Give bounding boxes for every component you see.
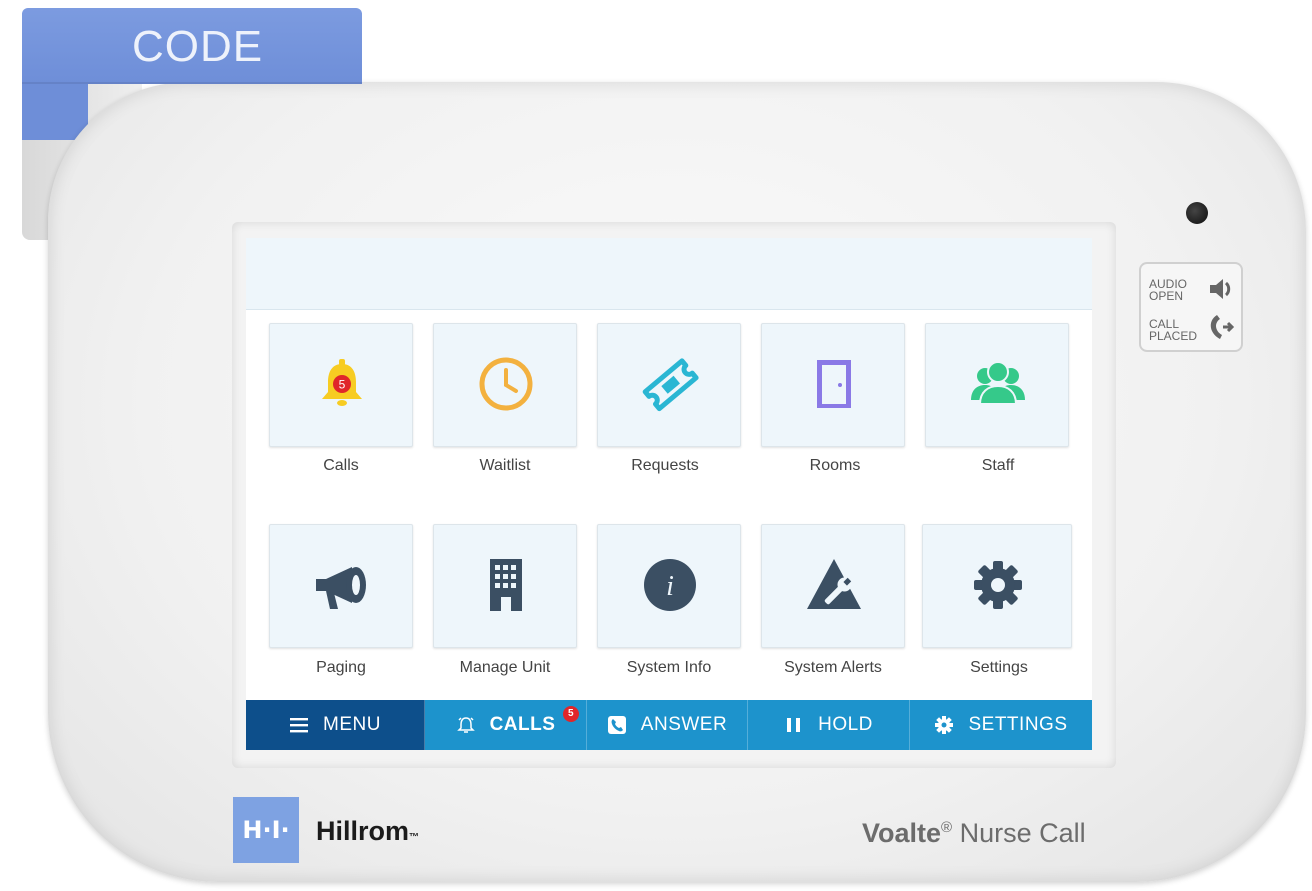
menu-label: MENU	[323, 714, 381, 735]
clock-icon	[479, 357, 533, 411]
hillrom-tm: ™	[409, 832, 420, 843]
code-button-label: CODE	[132, 22, 264, 71]
hillrom-name: Hillrom	[316, 816, 410, 846]
screen-header	[246, 238, 1092, 310]
alarm-bell-icon	[456, 717, 475, 733]
tile-rooms[interactable]	[761, 323, 905, 447]
tile-label-staff: Staff	[981, 457, 1015, 474]
tile-label-rooms: Rooms	[809, 457, 861, 474]
hold-button[interactable]: HOLD	[748, 700, 910, 750]
code-button-side	[22, 80, 88, 140]
calls-button[interactable]: CALLS 5	[425, 700, 587, 750]
settings-button[interactable]: SETTINGS	[910, 700, 1092, 750]
tile-manage-unit[interactable]	[433, 524, 577, 648]
tile-system-alerts[interactable]	[761, 524, 905, 648]
calls-label: CALLS	[489, 714, 556, 735]
gear-icon	[935, 716, 954, 734]
settings-label: SETTINGS	[968, 714, 1068, 735]
tile-staff[interactable]	[925, 323, 1069, 447]
bell-icon: 5	[322, 359, 362, 406]
bottom-nav: MENU CALLS 5 ANSWER HOLD SETTINGS	[246, 700, 1092, 750]
call-placed-icon	[1210, 315, 1235, 339]
svg-text:i: i	[666, 571, 674, 602]
camera-icon	[1186, 202, 1208, 224]
tile-system-info[interactable]: i	[597, 524, 741, 648]
tile-calls[interactable]: 5	[269, 323, 413, 447]
tile-label-requests: Requests	[631, 457, 699, 474]
hamburger-icon	[290, 718, 309, 733]
menu-button[interactable]: MENU	[246, 700, 425, 750]
phone-icon	[607, 716, 626, 734]
tile-label-system-alerts: System Alerts	[784, 659, 882, 676]
touch-screen: 5 Calls Waitlist Requests Rooms Staff i …	[246, 238, 1092, 750]
hillrom-logo: H·I·	[233, 797, 299, 863]
answer-label: ANSWER	[640, 714, 728, 735]
door-icon	[817, 360, 851, 408]
audio-open-indicator: AUDIO OPEN	[1149, 278, 1209, 302]
people-icon	[971, 361, 1025, 405]
hillrom-wordmark: Hillrom™	[316, 816, 419, 847]
tile-paging[interactable]	[269, 524, 413, 648]
pause-icon	[787, 718, 801, 732]
call-placed-indicator: CALL PLACED	[1149, 318, 1209, 342]
audio-label-line2: OPEN	[1149, 289, 1184, 303]
tile-label-waitlist: Waitlist	[479, 457, 531, 474]
code-button[interactable]: CODE	[22, 8, 362, 84]
speaker-icon	[1210, 279, 1231, 299]
building-icon	[490, 559, 522, 611]
info-icon: i	[644, 559, 696, 611]
nurse-call-label: Nurse Call	[952, 818, 1086, 848]
megaphone-icon	[316, 567, 366, 609]
hillrom-logo-mark: H·I·	[242, 816, 290, 844]
ticket-icon	[642, 358, 699, 412]
calls-badge: 5	[563, 706, 579, 722]
tile-requests[interactable]	[597, 323, 741, 447]
tile-label-system-info: System Info	[626, 659, 712, 676]
call-label-line2: PLACED	[1149, 329, 1198, 343]
tile-settings[interactable]	[922, 524, 1072, 648]
tile-label-settings: Settings	[970, 659, 1028, 676]
tile-label-manage-unit: Manage Unit	[459, 659, 551, 676]
voalte-brand: Voalte	[862, 818, 942, 848]
voalte-reg: ®	[941, 819, 953, 836]
tile-waitlist[interactable]	[433, 323, 577, 447]
answer-button[interactable]: ANSWER	[587, 700, 748, 750]
tile-label-calls: Calls	[323, 457, 359, 474]
calls-tile-badge: 5	[339, 378, 346, 392]
tile-label-paging: Paging	[316, 659, 366, 676]
gear-icon	[974, 561, 1022, 609]
product-name: Voalte® Nurse Call	[862, 818, 1086, 849]
alert-wrench-icon	[807, 559, 861, 609]
indicator-panel: AUDIO OPEN CALL PLACED	[1139, 262, 1243, 352]
hold-label: HOLD	[818, 714, 873, 735]
